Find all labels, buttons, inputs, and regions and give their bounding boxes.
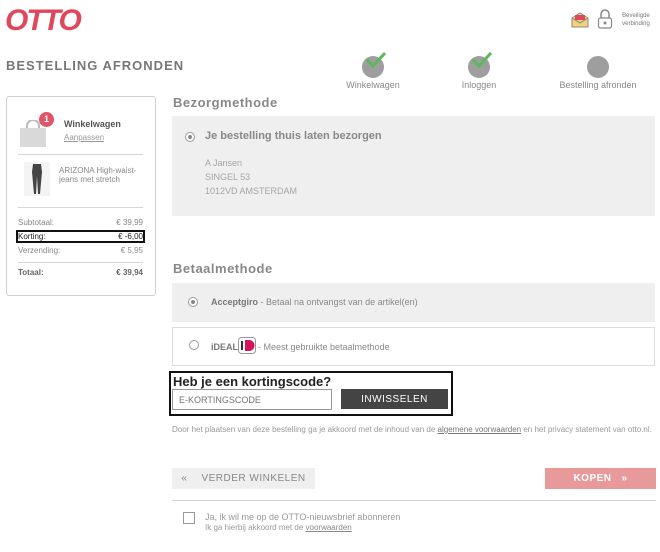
buy-label: KOPEN <box>573 473 612 484</box>
summary-label: Verzending: <box>18 246 61 255</box>
page-title: BESTELLING AFRONDEN <box>6 58 185 73</box>
address-city: 1012VD AMSTERDAM <box>205 186 298 196</box>
newsletter-terms: Ik ga hierbij akkoord met de voorwaarden <box>205 523 352 532</box>
summary-label: Subtotaal: <box>18 218 55 227</box>
step-dot <box>587 56 609 78</box>
divider <box>18 154 143 155</box>
payment-radio-acceptgiro[interactable] <box>188 297 198 307</box>
coupon-title: Heb je een kortingscode? <box>173 374 332 389</box>
step-label: Winkelwagen <box>346 80 400 90</box>
step-bestelling-afronden: Bestelling afronden <box>548 56 648 90</box>
total-label: Totaal: <box>18 268 44 277</box>
step-dot <box>468 52 493 78</box>
continue-shopping-button[interactable]: « VERDER WINKELEN <box>172 468 315 489</box>
product-name[interactable]: ARIZONA High-waist-jeans met stretch <box>59 166 149 184</box>
lock-icon <box>597 9 613 29</box>
secure-connection-label: Beveiligde verbinding <box>622 13 650 27</box>
divider <box>18 262 143 263</box>
payment-desc-ideal: - Meest gebruikte betaalmethode <box>258 342 390 352</box>
continue-shopping-label: VERDER WINKELEN <box>201 473 306 484</box>
subtotal-row: Subtotaal: € 39,99 <box>18 218 143 227</box>
double-chevron-left-icon: « <box>181 473 188 484</box>
total-value: € 39,94 <box>116 268 143 277</box>
payment-name: iDEAL <box>211 342 238 352</box>
step-label: Bestelling afronden <box>559 80 637 90</box>
check-icon <box>471 52 493 68</box>
terms-before: Door het plaatsen van deze bestelling ga… <box>172 425 438 434</box>
delivery-radio[interactable] <box>185 132 195 142</box>
coupon-code-input[interactable] <box>172 389 332 410</box>
newsletter-terms-link[interactable]: voorwaarden <box>306 523 352 532</box>
summary-value: € 39,99 <box>116 218 143 227</box>
cart-edit-link[interactable]: Aanpassen <box>64 133 104 142</box>
payment-desc: - Betaal na ontvangst van de artikel(en) <box>258 297 418 307</box>
divider <box>172 500 656 501</box>
terms-text: Door het plaatsen van deze bestelling ga… <box>172 424 652 436</box>
otto-logo[interactable]: OTTO <box>5 4 82 38</box>
payment-radio-ideal[interactable] <box>189 340 199 350</box>
step-label: Inloggen <box>461 80 497 90</box>
step-dot <box>362 52 387 78</box>
cart-title: Winkelwagen <box>64 119 121 129</box>
step-winkelwagen: Winkelwagen <box>323 52 423 90</box>
payment-heading: Betaalmethode <box>173 261 273 276</box>
terms-after: en het privacy statement van otto.nl. <box>521 425 652 434</box>
total-row: Totaal: € 39,94 <box>18 268 143 277</box>
payment-label-ideal: iDEAL <box>211 342 238 352</box>
payment-name: Acceptgiro <box>211 297 259 307</box>
discount-highlight-box <box>16 230 145 243</box>
address-street: SINGEL 53 <box>205 172 251 182</box>
divider <box>18 207 143 208</box>
buy-button[interactable]: KOPEN » <box>545 468 656 489</box>
step-inloggen: Inloggen <box>429 52 529 90</box>
newsletter-checkbox[interactable] <box>183 512 195 524</box>
summary-value: € 5,95 <box>120 246 143 255</box>
cart-count-badge: 1 <box>39 112 54 127</box>
newsletter-terms-text: Ik ga hierbij akkoord met de <box>205 523 306 532</box>
delivery-option-title: Je bestelling thuis laten bezorgen <box>205 130 382 142</box>
mail-icon <box>571 12 589 28</box>
delivery-heading: Bezorgmethode <box>173 95 278 110</box>
check-icon <box>365 52 387 68</box>
double-chevron-right-icon: » <box>621 473 628 484</box>
payment-label-acceptgiro: Acceptgiro - Betaal na ontvangst van de … <box>211 297 418 307</box>
ideal-logo-icon <box>238 337 256 354</box>
product-thumbnail[interactable] <box>24 162 50 196</box>
address-name: A Jansen <box>205 158 243 168</box>
redeem-coupon-button[interactable]: INWISSELEN <box>341 389 448 409</box>
shipping-row: Verzending: € 5,95 <box>18 246 143 255</box>
newsletter-label[interactable]: Ja, ik wil me op de OTTO-nieuwsbrief abo… <box>205 512 400 522</box>
terms-link[interactable]: algemene voorwaarden <box>438 425 522 434</box>
